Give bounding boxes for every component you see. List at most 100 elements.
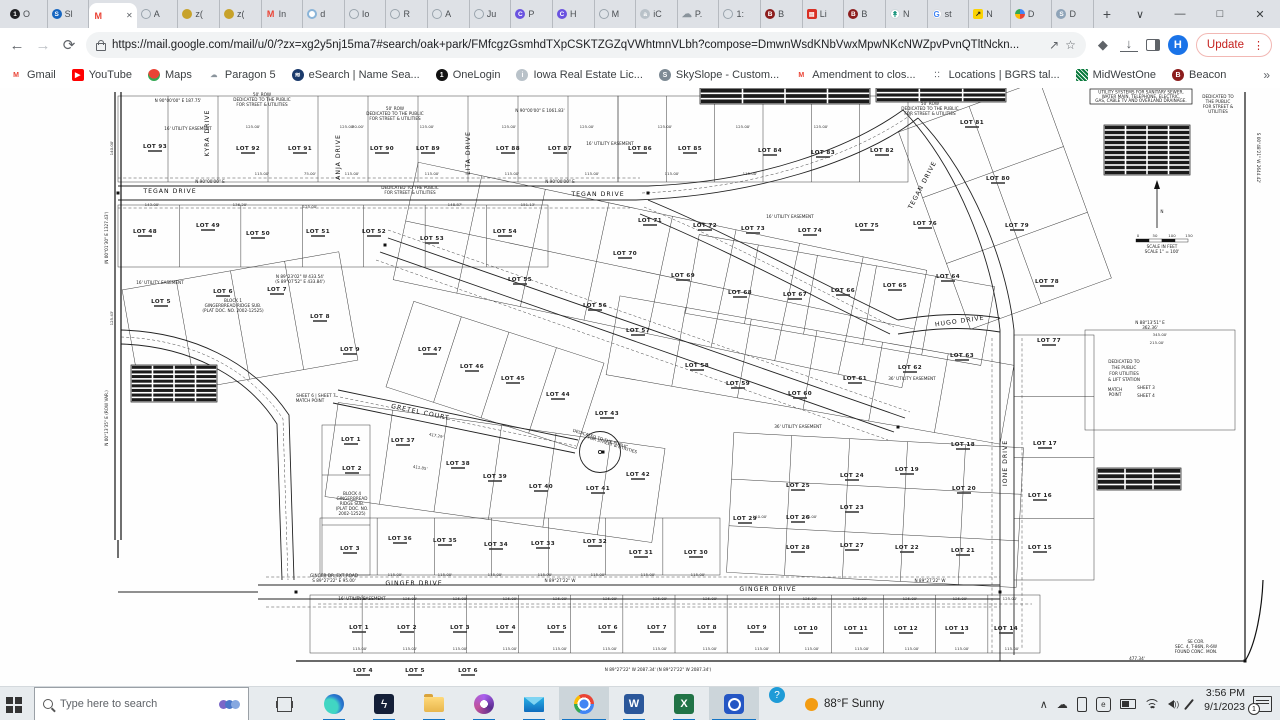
phone-icon[interactable] [1077, 697, 1087, 712]
browser-tab[interactable]: A [428, 0, 470, 28]
back-button[interactable]: ← [8, 37, 26, 54]
downloads-icon[interactable]: ↓ [1120, 39, 1138, 52]
browser-tab[interactable]: SSl [48, 0, 90, 28]
onedrive-icon[interactable]: ☁ [1057, 698, 1068, 711]
annotation: N 00°13'35" E (ROW VAR.) [104, 390, 109, 446]
browser-tab[interactable]: 1O [6, 0, 48, 28]
update-button[interactable]: Update ⋮ [1196, 33, 1272, 57]
lot-label: LOT 9 [747, 625, 767, 631]
tab-label: M [612, 9, 620, 19]
tab-close-icon[interactable]: ✕ [126, 11, 133, 20]
annotation: 16' UTILITY EASEMENT [164, 126, 212, 131]
notification-center[interactable]: 1 [1253, 687, 1280, 720]
bookmark-item[interactable]: SSkySlope - Custom... [659, 69, 779, 81]
extensions-icon[interactable]: ◆ [1094, 37, 1112, 53]
browser-tab[interactable]: CH [553, 0, 595, 28]
browser-tab[interactable]: ↟N [886, 0, 928, 28]
start-button[interactable] [0, 687, 34, 720]
office-app[interactable] [459, 687, 509, 720]
bookmark-item[interactable]: ≋eSearch | Name Sea... [292, 69, 420, 81]
browser-tab[interactable]: ▤Li [803, 0, 845, 28]
active-tab-gmail[interactable]: M✕ [89, 3, 136, 28]
lot-label: LOT 20 [952, 486, 976, 492]
bookmark-item[interactable]: Maps [148, 69, 192, 81]
browser-tab[interactable]: SD [1052, 0, 1094, 28]
browser-tab[interactable]: ☁P. [678, 0, 720, 28]
bookmark-item[interactable]: ⁚⁚Locations | BGRS tal... [932, 69, 1060, 81]
wifi-icon[interactable] [1145, 699, 1159, 709]
bookmark-star-icon[interactable]: ☆ [1065, 38, 1076, 52]
help-bubble-icon[interactable]: ? [769, 687, 785, 703]
bookmark-item[interactable]: MidWestOne [1076, 69, 1156, 81]
profile-avatar[interactable]: H [1168, 35, 1188, 55]
mail-app[interactable] [509, 687, 559, 720]
weather-widget[interactable]: 88°F Sunny [795, 687, 894, 720]
lot-label: LOT 54 [493, 229, 517, 235]
browser-tab[interactable]: M [595, 0, 637, 28]
bookmark-item[interactable]: 1OneLogin [436, 69, 501, 81]
browser-tab[interactable]: z( [220, 0, 262, 28]
battery-icon[interactable] [1120, 699, 1136, 709]
bookmark-item[interactable]: MGmail [10, 69, 56, 81]
bookmark-item[interactable]: ☁Paragon 5 [208, 69, 276, 81]
bookmark-item[interactable]: MAmendment to clos... [795, 69, 915, 81]
skyslope-app[interactable]: ϟ [359, 687, 409, 720]
share-icon[interactable]: ↗ [1049, 38, 1059, 52]
side-panel-icon[interactable] [1146, 39, 1160, 51]
browser-tab[interactable]: Io [345, 0, 387, 28]
camera-app[interactable] [709, 687, 759, 720]
browser-tab[interactable]: MIn [262, 0, 304, 28]
pen-icon[interactable] [1184, 698, 1194, 709]
forward-button[interactable]: → [34, 37, 52, 54]
bookmarks-overflow-icon[interactable]: » [1263, 68, 1270, 82]
browser-tab[interactable]: Ju [470, 0, 512, 28]
tray-expand-icon[interactable]: ∧ [1040, 698, 1048, 711]
browser-tab[interactable]: 1: [719, 0, 761, 28]
window-controls: ∨ — □ ✕ [1120, 0, 1280, 28]
bookmark-item[interactable]: ▶YouTube [72, 69, 132, 81]
browser-tab[interactable]: CP [511, 0, 553, 28]
edge-app[interactable] [309, 687, 359, 720]
e-app-icon[interactable]: e [1096, 697, 1111, 712]
browser-tab[interactable]: D [1011, 0, 1053, 28]
lot-label: LOT 9 [340, 347, 360, 353]
chrome-app[interactable] [559, 687, 609, 720]
browser-tab[interactable]: BB [844, 0, 886, 28]
browser-tab[interactable]: R [386, 0, 428, 28]
taskbar-clock[interactable]: 3:56 PM 9/1/2023 [1196, 687, 1253, 720]
browser-tab[interactable]: z( [178, 0, 220, 28]
address-bar[interactable]: https://mail.google.com/mail/u/0/?zx=xg2… [86, 32, 1086, 58]
browser-tab[interactable]: BB [761, 0, 803, 28]
close-button[interactable]: ✕ [1240, 0, 1280, 28]
browser-tab[interactable]: A [137, 0, 179, 28]
lot-label: LOT 30 [684, 550, 708, 556]
annotation: 16' UTILITY EASEMENT [586, 141, 634, 146]
volume-icon[interactable]: )) [1168, 700, 1179, 709]
lot-label: LOT 38 [446, 461, 470, 467]
reload-button[interactable]: ⟳ [60, 36, 78, 54]
word-app[interactable]: W [609, 687, 659, 720]
dimension: 115.00' [403, 646, 418, 651]
browser-menu-icon[interactable]: ⋮ [1250, 39, 1267, 52]
file-explorer-app[interactable] [409, 687, 459, 720]
bookmark-item[interactable]: BBeacon [1172, 69, 1226, 81]
minimize-button[interactable]: — [1160, 0, 1200, 28]
lot-label: LOT 87 [548, 146, 572, 152]
browser-tab[interactable]: aiC [636, 0, 678, 28]
excel-app[interactable]: X [659, 687, 709, 720]
browser-tab[interactable]: d [303, 0, 345, 28]
new-tab-button[interactable]: + [1094, 0, 1120, 28]
bookmark-item[interactable]: iIowa Real Estate Lic... [516, 69, 642, 81]
tab-search-icon[interactable]: ∨ [1120, 0, 1160, 28]
dimension: 125.00' [653, 596, 668, 601]
lot-label: LOT 17 [1033, 441, 1057, 447]
favicon: M [93, 11, 103, 21]
url-text[interactable]: https://mail.google.com/mail/u/0/?zx=xg2… [112, 39, 1043, 51]
lot-label: LOT 79 [1005, 223, 1029, 229]
maximize-button[interactable]: □ [1200, 0, 1240, 28]
attachment-preview[interactable]: UTILITY SYSTEMS FOR SANITARY SEWER,WATER… [0, 88, 1280, 686]
taskbar-search[interactable]: Type here to search [34, 687, 249, 720]
task-view-button[interactable] [259, 687, 309, 720]
browser-tab[interactable]: Gst [928, 0, 970, 28]
browser-tab[interactable]: ↗N [969, 0, 1011, 28]
